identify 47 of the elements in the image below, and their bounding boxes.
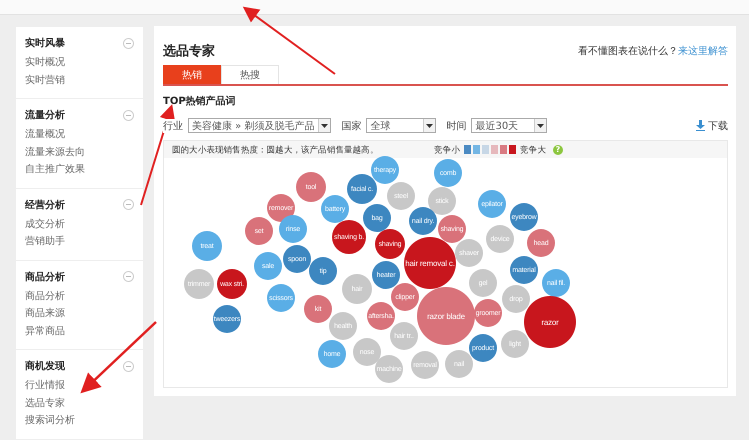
filter-label: 行业 xyxy=(163,118,183,132)
page-title: 选品专家 xyxy=(163,42,215,60)
tab[interactable]: 热搜 xyxy=(221,65,279,84)
collapse-icon[interactable] xyxy=(123,271,134,282)
sidebar-item[interactable]: 商品来源 xyxy=(25,305,134,322)
section-title: TOP热销产品词 xyxy=(163,94,237,108)
caret-icon xyxy=(534,119,546,132)
sidebar-item[interactable]: 流量来源去向 xyxy=(25,144,134,161)
download-icon[interactable] xyxy=(696,120,705,131)
download-link[interactable]: 下载 xyxy=(708,118,728,132)
dropdown[interactable]: 美容健康 » 剃须及脱毛产品 xyxy=(188,118,332,133)
sidebar-item[interactable]: 实时概况 xyxy=(25,54,134,72)
caret-icon xyxy=(423,119,436,132)
legend-label: 竞争小 xyxy=(434,144,460,156)
help-link[interactable]: 来这里解答 xyxy=(678,46,728,57)
legend-label: 竞争大 xyxy=(520,144,546,156)
sidebar-item[interactable]: 异常商品 xyxy=(25,322,134,340)
section-title[interactable]: 商品分析 xyxy=(25,270,65,284)
collapse-icon[interactable] xyxy=(123,199,134,210)
sidebar-item[interactable]: 成交分析 xyxy=(25,216,134,233)
collapse-icon[interactable] xyxy=(123,360,134,372)
section-title[interactable]: 实时风暴 xyxy=(25,36,65,50)
sidebar-item[interactable]: 自主推广效果 xyxy=(25,161,134,178)
caret-icon xyxy=(318,119,330,132)
bubble[interactable]: hair removal c. xyxy=(404,237,456,289)
legend-note: 圆的大小表现销售热度：圆越大，该产品销售量越高。 xyxy=(172,144,377,156)
sidebar-item[interactable]: 实时营销 xyxy=(25,72,134,89)
tab[interactable]: 热销 xyxy=(163,65,221,84)
sidebar-item[interactable]: 流量概况 xyxy=(25,126,134,144)
collapse-icon[interactable] xyxy=(123,110,134,120)
section-title[interactable]: 商机发现 xyxy=(25,359,65,373)
collapse-icon[interactable] xyxy=(123,38,134,48)
bubble[interactable]: razor xyxy=(524,296,576,348)
sidebar-item[interactable]: 搜索词分析 xyxy=(25,412,134,430)
help-badge[interactable]: ? xyxy=(553,144,563,154)
sidebar-item[interactable]: 选品专家 xyxy=(25,394,134,412)
filter-label: 时间 xyxy=(446,118,466,132)
sidebar-item[interactable]: 行业情报 xyxy=(25,377,134,394)
sidebar-item[interactable]: 营销助手 xyxy=(25,233,134,250)
section-title[interactable]: 经营分析 xyxy=(25,198,65,212)
sidebar-item[interactable]: 商品分析 xyxy=(25,288,134,305)
bubble[interactable]: razor blade xyxy=(417,287,475,345)
dropdown[interactable]: 最近30天 xyxy=(471,118,548,133)
help-text: 看不懂图表在说什么？ xyxy=(578,46,678,57)
section-title[interactable]: 流量分析 xyxy=(25,108,65,122)
filter-label: 国家 xyxy=(341,118,362,132)
dropdown[interactable]: 全球 xyxy=(366,118,436,133)
